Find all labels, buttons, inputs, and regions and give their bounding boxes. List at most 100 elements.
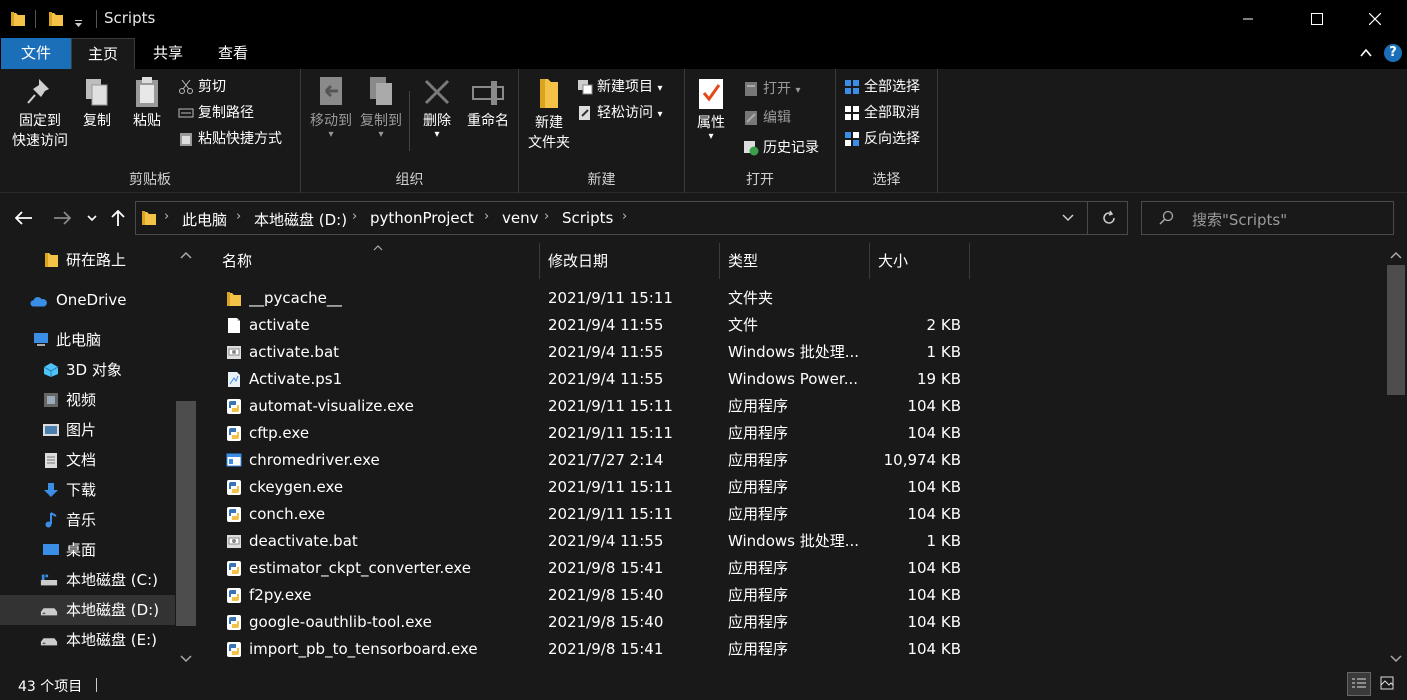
computer-icon (34, 333, 48, 346)
maximize-button[interactable] (1294, 0, 1340, 38)
nav-pane-scrollbar[interactable] (175, 243, 197, 668)
minimize-button[interactable] (1225, 0, 1271, 38)
forward-button[interactable] (50, 205, 74, 231)
crumb-scripts[interactable]: Scripts (562, 209, 613, 227)
tab-file[interactable]: 文件 (1, 38, 71, 69)
large-icons-view-button[interactable] (1376, 672, 1400, 696)
crumb-separator[interactable]: › (236, 209, 241, 224)
nav-item-downloads[interactable]: 下载 (0, 475, 175, 505)
file-row[interactable]: google-oauthlib-tool.exe 2021/9/8 15:40 应用… (198, 609, 1385, 636)
address-dropdown-icon[interactable] (1062, 214, 1074, 222)
crumb-this-pc[interactable]: 此电脑 (182, 209, 227, 230)
close-button[interactable] (1352, 0, 1398, 38)
invert-selection-button[interactable]: 反向选择 (844, 127, 920, 151)
nav-item-drive-d[interactable]: 本地磁盘 (D:) (0, 595, 175, 625)
back-button[interactable] (12, 205, 36, 231)
new-item-button[interactable]: 新建项目 ▾ (577, 75, 662, 99)
file-row[interactable]: cftp.exe 2021/9/11 15:11 应用程序 104 KB (198, 420, 1385, 447)
file-row[interactable]: conch.exe 2021/9/11 15:11 应用程序 104 KB (198, 501, 1385, 528)
nav-item-music[interactable]: 音乐 (0, 505, 175, 535)
crumb-separator[interactable]: › (544, 209, 549, 224)
recent-locations-button[interactable] (82, 205, 102, 231)
folder-icon (227, 292, 241, 306)
crumb-separator[interactable]: › (484, 209, 489, 224)
scroll-up-icon[interactable] (180, 251, 192, 259)
nav-item-documents[interactable]: 文档 (0, 445, 175, 475)
quick-access-folder-icon[interactable] (48, 10, 64, 28)
address-bar[interactable]: › 此电脑 › 本地磁盘 (D:) › pythonProject › venv… (135, 201, 1128, 235)
crumb-drive-d[interactable]: 本地磁盘 (D:) (254, 209, 347, 230)
nav-item-onedrive[interactable]: OneDrive (0, 285, 175, 315)
nav-item-videos[interactable]: 视频 (0, 385, 175, 415)
properties-button[interactable]: 属性 ▾ (691, 75, 731, 142)
file-row[interactable]: Activate.ps1 2021/9/4 11:55 Windows Power.… (198, 366, 1385, 393)
file-row[interactable]: automat-visualize.exe 2021/9/11 15:11 应用程序… (198, 393, 1385, 420)
nav-item-drive-c[interactable]: 本地磁盘 (C:) (0, 565, 175, 595)
crumb-separator[interactable]: › (164, 209, 169, 224)
file-row[interactable]: __pycache__ 2021/9/11 15:11 文件夹 (198, 285, 1385, 312)
file-type: Windows 批处理... (728, 343, 860, 361)
file-row[interactable]: f2py.exe 2021/9/8 15:40 应用程序 104 KB (198, 582, 1385, 609)
nav-item-this-pc[interactable]: 此电脑 (0, 325, 175, 355)
rename-button[interactable]: 重命名 (461, 75, 515, 131)
nav-item-desktop[interactable]: 桌面 (0, 535, 175, 565)
pin-to-quick-access-button[interactable]: 固定到 快速访问 (6, 75, 74, 151)
ribbon-tabs: 文件 主页 共享 查看 ? (0, 38, 1407, 69)
scroll-up-icon[interactable] (1390, 251, 1402, 259)
scroll-down-icon[interactable] (1390, 655, 1402, 663)
nav-item-drive-e[interactable]: 本地磁盘 (E:) (0, 625, 175, 655)
file-row[interactable]: deactivate.bat 2021/9/4 11:55 Windows 批处理.… (198, 528, 1385, 555)
nav-item-pictures[interactable]: 图片 (0, 415, 175, 445)
move-to-button[interactable]: 移动到 ▾ (305, 75, 357, 140)
customize-quick-access-icon[interactable] (74, 15, 83, 33)
new-folder-button[interactable]: 新建 文件夹 (525, 75, 573, 153)
nav-item-folder[interactable]: 研在路上 (0, 245, 175, 275)
file-row[interactable]: ckeygen.exe 2021/9/11 15:11 应用程序 104 KB (198, 474, 1385, 501)
scroll-down-icon[interactable] (180, 655, 192, 663)
crumb-pythonproject[interactable]: pythonProject (370, 209, 474, 227)
select-none-button[interactable]: 全部取消 (844, 101, 920, 125)
file-row[interactable]: activate 2021/9/4 11:55 文件 2 KB (198, 312, 1385, 339)
copy-button[interactable]: 复制 (78, 75, 116, 131)
nav-item-3d-objects[interactable]: 3D 对象 (0, 355, 175, 385)
file-row[interactable]: estimator_ckpt_converter.exe 2021/9/8 15:… (198, 555, 1385, 582)
column-header-type[interactable]: 类型 (720, 243, 870, 279)
open-button[interactable]: 打开 ▾ (743, 77, 800, 101)
up-button[interactable] (106, 205, 130, 231)
collapse-ribbon-icon[interactable] (1360, 47, 1372, 59)
column-header-size[interactable]: 大小 (870, 243, 970, 279)
crumb-venv[interactable]: venv (502, 209, 539, 227)
easy-access-button[interactable]: 轻松访问 ▾ (577, 101, 662, 125)
column-header-date[interactable]: 修改日期 (540, 243, 720, 279)
file-type: Windows Power... (728, 370, 859, 388)
file-name: estimator_ckpt_converter.exe (249, 559, 471, 577)
paste-shortcut-button[interactable]: 粘贴快捷方式 (178, 127, 282, 151)
crumb-separator[interactable]: › (622, 209, 627, 224)
file-row[interactable]: chromedriver.exe 2021/7/27 2:14 应用程序 10,974… (198, 447, 1385, 474)
invert-selection-label: 反向选择 (864, 131, 920, 147)
file-list-scrollbar[interactable] (1385, 243, 1407, 668)
file-row[interactable]: import_pb_to_tensorboard.exe 2021/9/8 15:… (198, 636, 1385, 663)
nav-item-label: 本地磁盘 (C:) (66, 571, 158, 589)
cut-button[interactable]: 剪切 (178, 75, 226, 99)
select-all-button[interactable]: 全部选择 (844, 75, 920, 99)
tab-home[interactable]: 主页 (71, 38, 135, 69)
copy-path-button[interactable]: 复制路径 (178, 101, 254, 125)
file-scroll-thumb[interactable] (1387, 265, 1405, 395)
history-button[interactable]: 历史记录 (743, 136, 819, 160)
open-icon (745, 82, 757, 96)
crumb-separator[interactable]: › (352, 209, 357, 224)
tab-share[interactable]: 共享 (139, 38, 197, 69)
file-name: activate (249, 316, 310, 334)
details-view-button[interactable] (1347, 672, 1371, 696)
nav-scroll-thumb[interactable] (176, 401, 196, 626)
edit-button[interactable]: 编辑 (743, 106, 791, 130)
file-row[interactable]: activate.bat 2021/9/4 11:55 Windows 批处理...… (198, 339, 1385, 366)
search-box[interactable]: 搜索"Scripts" (1141, 201, 1394, 235)
refresh-icon[interactable] (1101, 210, 1117, 226)
help-icon[interactable]: ? (1384, 44, 1402, 62)
copy-to-button[interactable]: 复制到 ▾ (355, 75, 407, 140)
paste-button[interactable]: 粘贴 (128, 75, 166, 131)
tab-view[interactable]: 查看 (203, 38, 263, 69)
delete-button[interactable]: 删除 ▾ (417, 75, 457, 140)
